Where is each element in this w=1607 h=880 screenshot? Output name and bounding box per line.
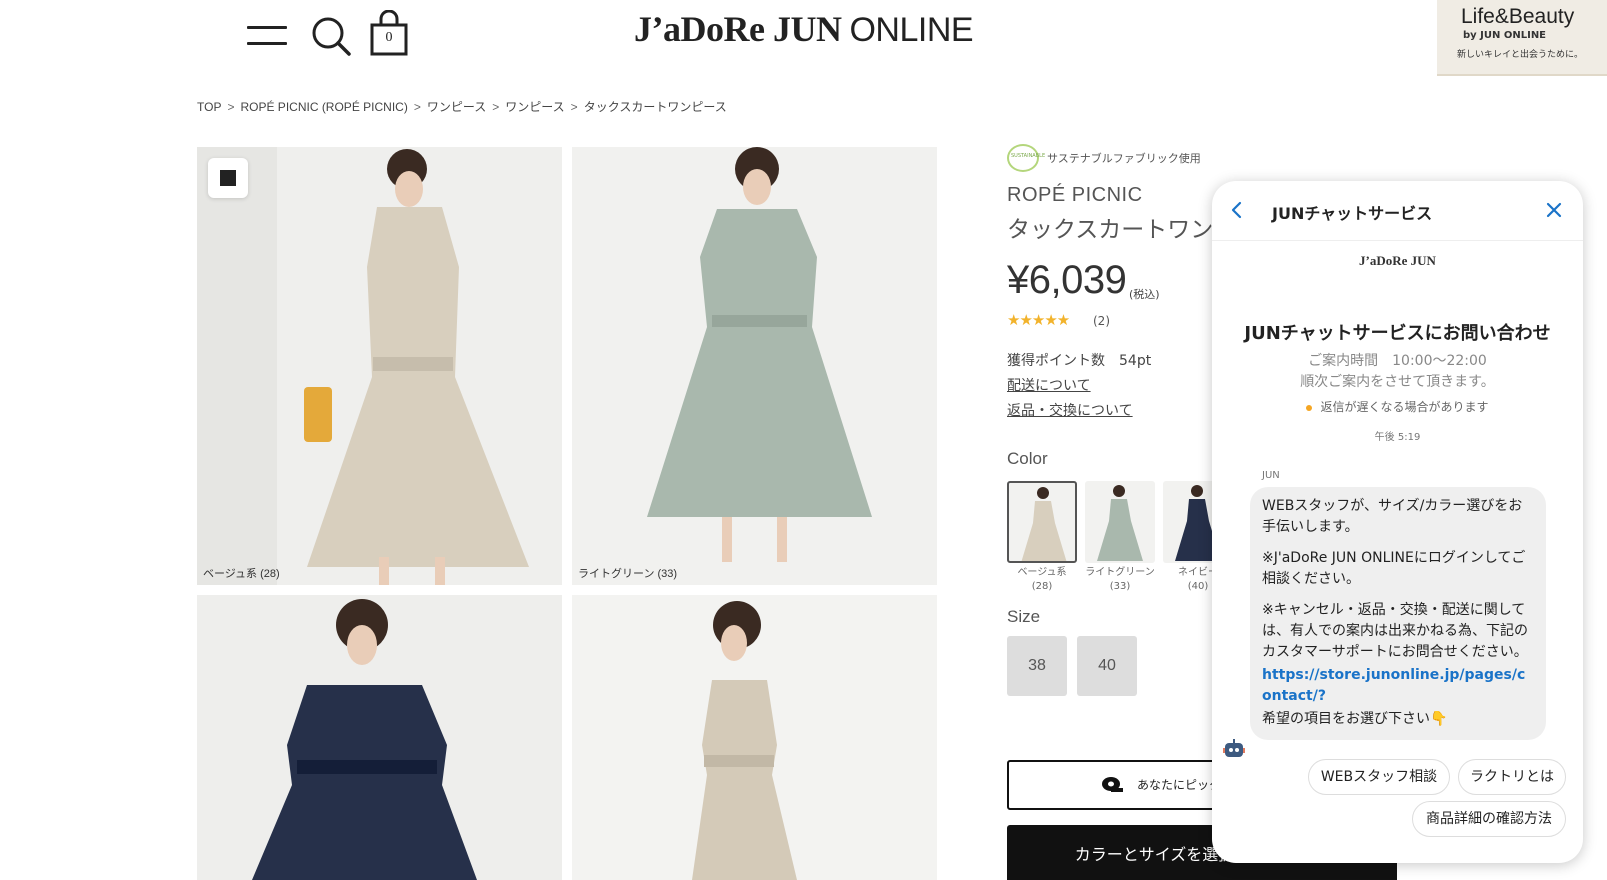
stop-icon (220, 170, 236, 186)
chat-message-p4: 希望の項目をお選び下さい👇 (1262, 711, 1448, 727)
breadcrumb-sep: > (492, 100, 500, 114)
product-photo-1[interactable]: ベージュ系 (28) (197, 147, 562, 585)
quick-reply-web-staff[interactable]: WEBスタッフ相談 (1308, 759, 1450, 795)
points-info: 獲得ポイント数 54pt (1007, 350, 1151, 370)
chat-message-p2: ※J'aDoRe JUN ONLINEにログインしてご相談ください。 (1262, 550, 1526, 587)
swatch-count: (33) (1109, 581, 1131, 592)
breadcrumb-subcategory[interactable]: ワンピース (505, 100, 564, 114)
tax-note: (税込) (1129, 288, 1160, 301)
points-value: 54pt (1119, 353, 1152, 369)
dress-photo-beige-side (572, 595, 937, 880)
color-label: Color (1007, 449, 1048, 468)
quick-reply-laktri[interactable]: ラクトリとは (1458, 759, 1566, 795)
chat-title: JUNチャットサービス (1272, 204, 1433, 223)
chat-hours-text: ご案内時間 10:00〜22:00 (1308, 353, 1487, 369)
close-icon[interactable] (1543, 199, 1565, 221)
breadcrumb-sep: > (413, 100, 421, 114)
banner-sub: 新しいキレイと出会うために。 (1457, 50, 1584, 60)
logo-sub: ONLINE (849, 11, 974, 49)
swatch-count: (28) (1031, 581, 1053, 592)
chat-sender: JUN (1262, 470, 1280, 481)
logo-main: J’aDoRe JUN (634, 9, 842, 49)
breadcrumb-sep: > (227, 100, 235, 114)
banner-title: Life&Beauty (1461, 5, 1575, 28)
sustainable-badge: SUSTAINABLE サステナブルファブリック使用 (1007, 144, 1201, 172)
swatch-count: (40) (1187, 581, 1209, 592)
chat-timestamp: 午後 5:19 (1374, 432, 1421, 443)
cart-button[interactable]: 0 (369, 9, 409, 56)
breadcrumb-sep: > (570, 100, 578, 114)
breadcrumb: TOP > ROPÉ PICNIC (ROPÉ PICNIC) > ワンピース > ワンピー… (197, 98, 727, 115)
size-label: Size (1007, 607, 1041, 626)
chat-header: JUNチャットサービス (1212, 181, 1583, 241)
review-count[interactable]: (2) (1093, 314, 1110, 328)
product-photo-4[interactable] (572, 595, 937, 880)
bot-avatar-icon (1223, 739, 1245, 757)
chat-brand-logo: J’aDoRe JUN (1359, 253, 1436, 268)
photo-color-label: ベージュ系 (28) (203, 568, 280, 580)
search-icon[interactable] (311, 16, 353, 58)
dress-photo-green (572, 147, 937, 585)
breadcrumb-brand[interactable]: ROPÉ PICNIC (ROPÉ PICNIC) (240, 100, 407, 114)
size-40-button[interactable]: 40 (1077, 636, 1137, 696)
life-beauty-banner[interactable]: Life&Beauty by JUN ONLINE 新しいキレイと出会うために。 (1437, 0, 1607, 76)
returns-link[interactable]: 返品・交換について (1007, 400, 1133, 420)
banner-by: by JUN ONLINE (1463, 30, 1547, 41)
product-brand[interactable]: ROPÉ PICNIC (1007, 184, 1143, 207)
chevron-left-icon[interactable] (1226, 199, 1248, 221)
swatch-name: ライトグリーン (1085, 567, 1155, 578)
swatch-image (1085, 481, 1155, 563)
rating-stars-icon: ★★★★★ (1007, 311, 1070, 329)
color-swatch-beige[interactable]: ベージュ系 (28) (1007, 481, 1077, 594)
measuring-tape-icon (1102, 777, 1123, 792)
site-logo[interactable]: J’aDoRe JUN ONLINE (634, 8, 974, 50)
dress-photo-navy (197, 595, 562, 880)
sustainable-text: サステナブルファブリック使用 (1047, 152, 1201, 165)
chat-delay-note: 返信が遅くなる場合があります (1212, 398, 1583, 415)
points-label: 獲得ポイント数 (1007, 353, 1105, 369)
shipping-link[interactable]: 配送について (1007, 375, 1091, 395)
status-dot-icon (1306, 404, 1313, 411)
slideshow-stop-button[interactable] (208, 158, 248, 198)
menu-icon[interactable] (247, 26, 287, 46)
breadcrumb-category[interactable]: ワンピース (427, 100, 486, 114)
swatch-image (1007, 481, 1077, 563)
dress-photo-beige (197, 147, 562, 585)
chat-hours: ご案内時間 10:00〜22:00 順次ご案内をさせて頂きます。 (1212, 351, 1583, 393)
product-photo-2[interactable]: ライトグリーン (33) (572, 147, 937, 585)
chat-widget: JUNチャットサービス J’aDoRe JUN JUNチャットサービスにお問い合… (1212, 181, 1583, 863)
product-price: ¥6,039 (1007, 258, 1127, 302)
quick-reply-product-details[interactable]: 商品詳細の確認方法 (1412, 801, 1566, 837)
size-38-button[interactable]: 38 (1007, 636, 1067, 696)
color-swatch-lightgreen[interactable]: ライトグリーン (33) (1085, 481, 1155, 594)
product-photo-3[interactable] (197, 595, 562, 880)
chat-heading: JUNチャットサービスにお問い合わせ (1244, 323, 1551, 344)
photo-color-label: ライトグリーン (33) (578, 568, 678, 580)
breadcrumb-current: タックスカートワンピース (583, 100, 727, 114)
contact-link[interactable]: https://store.junonline.jp/pages/contact… (1262, 665, 1534, 707)
delay-note-text: 返信が遅くなる場合があります (1320, 400, 1489, 414)
breadcrumb-top[interactable]: TOP (197, 100, 221, 114)
cart-count: 0 (385, 30, 393, 45)
chat-message-p1: WEBスタッフが、サイズ/カラー選びをお手伝いします。 (1262, 498, 1523, 535)
swatch-name: ベージュ系 (1017, 567, 1067, 578)
chat-message-p3: ※キャンセル・返品・交換・配送に関しては、有人での案内は出来かねる為、下記のカス… (1262, 602, 1528, 660)
chat-message: WEBスタッフが、サイズ/カラー選びをお手伝いします。 ※J'aDoRe JUN… (1250, 487, 1546, 740)
chat-order-note: 順次ご案内をさせて頂きます。 (1300, 374, 1495, 390)
sustainable-logo-icon: SUSTAINABLE (1007, 144, 1045, 172)
